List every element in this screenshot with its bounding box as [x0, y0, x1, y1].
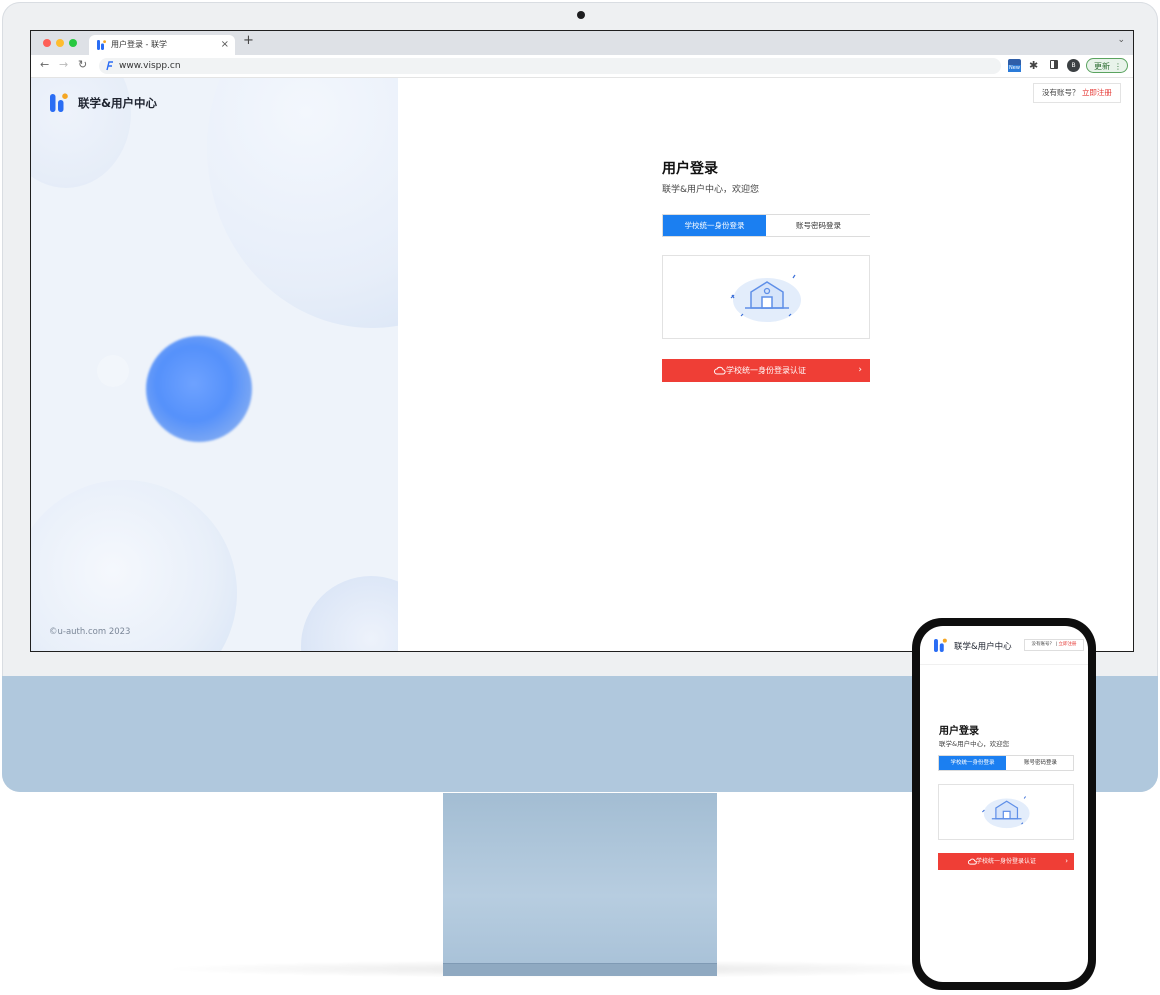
- tab-search-icon[interactable]: ⌄: [1117, 35, 1125, 45]
- auth-button-label: 学校统一身份登录认证: [726, 366, 806, 375]
- phone-page-title: 用户登录: [939, 726, 979, 737]
- phone-screen: 联学&用户中心 没有账号？ | 立即注册 用户登录 联学&用户中心，欢迎您 学校…: [920, 626, 1088, 982]
- brand-logo-icon: [934, 638, 947, 652]
- school-login-panel: [662, 255, 870, 339]
- login-page: 联学&用户中心 ©u-auth.com 2023 没有账号？ 立即注册 用户登录…: [31, 78, 1133, 651]
- tab-bar: 用户登录 - 联学 × + ⌄: [31, 31, 1133, 55]
- imac-stand: [443, 793, 717, 965]
- login-tabs: 学校统一身份登录 账号密码登录: [662, 214, 870, 237]
- decor-bubble: [31, 480, 237, 651]
- update-button[interactable]: 更新 ⋮: [1086, 58, 1128, 73]
- register-link[interactable]: 立即注册: [1082, 88, 1112, 97]
- decor-bubble: [301, 576, 398, 651]
- page-title: 用户登录: [662, 161, 718, 177]
- update-label: 更新: [1094, 62, 1110, 71]
- school-building-icon: [730, 274, 801, 322]
- decorative-panel: 联学&用户中心 ©u-auth.com 2023: [31, 78, 398, 651]
- minimize-window-button[interactable]: [56, 39, 64, 47]
- phone-auth-button-label: 学校统一身份登录认证: [975, 858, 1036, 865]
- back-icon[interactable]: ←: [40, 58, 49, 71]
- cloud-icon: [714, 366, 726, 375]
- phone-login-tabs: 学校统一身份登录 账号密码登录: [938, 755, 1074, 771]
- chevron-right-icon: ›: [858, 365, 862, 375]
- phone-tab-school-login[interactable]: 学校统一身份登录: [939, 756, 1006, 770]
- copyright-text: ©u-auth.com 2023: [49, 627, 131, 637]
- phone-page-subtitle: 联学&用户中心，欢迎您: [939, 740, 1010, 748]
- browser-tab[interactable]: 用户登录 - 联学 ×: [89, 35, 235, 55]
- brand-name: 联学&用户中心: [78, 96, 158, 110]
- extensions-puzzle-icon[interactable]: ✱: [1029, 59, 1042, 72]
- phone-frame: 联学&用户中心 没有账号？ | 立即注册 用户登录 联学&用户中心，欢迎您 学校…: [912, 618, 1096, 990]
- register-prompt-text: 没有账号？: [1042, 88, 1080, 97]
- imac-stand-foot: [443, 963, 717, 976]
- tab-school-login[interactable]: 学校统一身份登录: [663, 215, 766, 236]
- camera-icon: [577, 11, 585, 19]
- close-window-button[interactable]: [43, 39, 51, 47]
- close-tab-icon[interactable]: ×: [221, 35, 229, 55]
- url-text: www.vispp.cn: [119, 61, 181, 71]
- favicon-icon: [97, 40, 106, 50]
- reload-icon[interactable]: ↻: [78, 58, 87, 71]
- phone-register-link[interactable]: 立即注册: [1058, 642, 1076, 647]
- phone-school-login-panel: [938, 784, 1074, 840]
- decor-bubble: [97, 355, 129, 387]
- phone-register-prompt-text: 没有账号？: [1031, 642, 1055, 647]
- phone-tab-password-login[interactable]: 账号密码登录: [1007, 756, 1074, 770]
- phone-header: 联学&用户中心 没有账号？ | 立即注册: [920, 626, 1088, 665]
- more-menu-icon[interactable]: ⋮: [1114, 59, 1122, 74]
- chevron-right-icon: ›: [1065, 857, 1068, 865]
- maximize-window-button[interactable]: [69, 39, 77, 47]
- phone-register-prompt: 没有账号？ | 立即注册: [1024, 639, 1084, 651]
- extension-badge: New: [1008, 65, 1021, 72]
- side-panel-icon[interactable]: [1049, 59, 1062, 72]
- phone-brand-name: 联学&用户中心: [954, 642, 1012, 652]
- phone-school-auth-button[interactable]: 学校统一身份登录认证 ›: [938, 853, 1074, 870]
- forward-icon[interactable]: →: [59, 58, 68, 71]
- browser-toolbar: ← → ↻ www.vispp.cn New ✱ B 更新 ⋮: [31, 55, 1133, 78]
- phone-register-separator: |: [1055, 642, 1058, 647]
- brand-logo-icon: [50, 93, 68, 112]
- site-info-icon: [106, 61, 113, 71]
- school-auth-button[interactable]: 学校统一身份登录认证 ›: [662, 359, 870, 382]
- cloud-icon: [968, 858, 977, 865]
- extension-new-icon[interactable]: New: [1008, 59, 1021, 72]
- register-prompt: 没有账号？ 立即注册: [1033, 83, 1121, 103]
- decor-bubble: [207, 78, 398, 328]
- browser-window: 用户登录 - 联学 × + ⌄ ← → ↻ www.vispp.cn New ✱: [30, 30, 1134, 652]
- profile-avatar[interactable]: B: [1067, 59, 1080, 72]
- tab-password-login[interactable]: 账号密码登录: [767, 215, 870, 236]
- new-tab-button[interactable]: +: [243, 33, 254, 48]
- page-subtitle: 联学&用户中心，欢迎您: [662, 185, 760, 195]
- blue-orb: [146, 336, 252, 442]
- tab-title: 用户登录 - 联学: [111, 40, 167, 49]
- school-building-icon: [982, 796, 1030, 829]
- address-bar[interactable]: www.vispp.cn: [99, 58, 1001, 74]
